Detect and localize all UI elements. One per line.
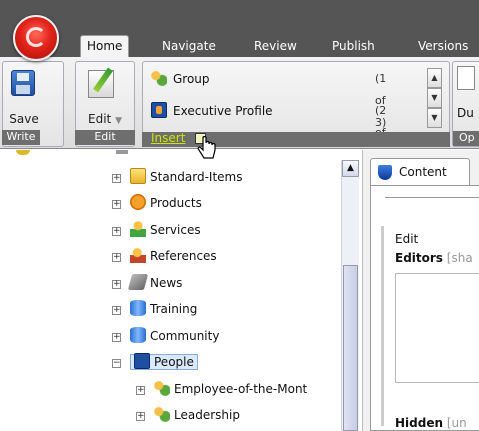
- ribbon-group-insert: Group (1 of 3) Executive Profile (2 of 3…: [142, 61, 450, 161]
- save-icon: [11, 70, 35, 96]
- group-label-insert-bar: [142, 132, 450, 147]
- tree-vertical-scrollbar[interactable]: ▲: [341, 160, 359, 431]
- hidden-hint: [un: [446, 416, 467, 430]
- expand-icon[interactable]: +: [112, 227, 121, 236]
- expand-icon[interactable]: +: [136, 412, 145, 421]
- tree-item-label: Employee-of-the-Mont: [174, 382, 308, 396]
- tree-item-employee-of-the-month[interactable]: + Employee-of-the-Mont: [136, 378, 307, 400]
- chevron-down-icon: ▼: [115, 116, 122, 126]
- scrollbar-thumb[interactable]: [343, 265, 358, 431]
- tree-item-people[interactable]: − People: [112, 351, 198, 373]
- group-label-write: Write: [2, 130, 40, 145]
- edit-icon: [88, 70, 114, 98]
- tab-home[interactable]: Home: [80, 35, 130, 58]
- tab-versions[interactable]: Versions: [412, 36, 474, 57]
- tree-partial-icon: [116, 150, 128, 154]
- tree-item-references[interactable]: + References: [112, 245, 217, 267]
- tree-root-partial-icon: [16, 150, 30, 155]
- expand-icon[interactable]: +: [112, 253, 121, 262]
- product-icon: [130, 194, 146, 210]
- tree-item-standard-items[interactable]: + Standard-Items: [112, 166, 243, 188]
- tree-item-selection: People: [130, 353, 198, 370]
- tree-item-label: Training: [150, 302, 198, 316]
- group-icon: [151, 70, 167, 86]
- hidden-label-text: Hidden: [395, 416, 444, 430]
- content-tree-panel: + Standard-Items + Products + Services + Ref…: [0, 150, 362, 431]
- ribbon-tabs: Home Navigate Review Publish Versions: [0, 34, 479, 58]
- tree-item-leadership[interactable]: + Leadership: [136, 404, 240, 426]
- save-label: Save: [9, 112, 39, 126]
- expand-icon[interactable]: +: [112, 174, 121, 183]
- ribbon: Save Write Edit ▼ Edit Group (1 of 3) Ex…: [0, 57, 479, 161]
- duplicate-button[interactable]: Du: [457, 106, 474, 120]
- service-icon: [130, 221, 146, 237]
- editors-label-text: Editors: [395, 251, 443, 265]
- tab-content[interactable]: Content: [370, 158, 470, 186]
- content-editor-panel: Content Edit Editors [sha Hidden [un: [362, 150, 479, 431]
- tree-item-training[interactable]: + Training: [112, 298, 197, 320]
- tree-item-label: Leadership: [174, 408, 240, 422]
- content-shield-icon: [378, 165, 392, 180]
- expand-icon[interactable]: +: [112, 280, 121, 289]
- application-menu-button[interactable]: [13, 15, 59, 61]
- tree-item-label: References: [150, 249, 217, 263]
- tree-item-community[interactable]: + Community: [112, 325, 219, 347]
- gallery-expand[interactable]: ▼: [427, 108, 442, 128]
- tree-item-services[interactable]: + Services: [112, 219, 201, 241]
- expand-icon[interactable]: +: [136, 386, 145, 395]
- gallery-scroll-up[interactable]: ▲: [427, 68, 442, 88]
- insert-option-label: Group: [173, 72, 210, 86]
- training-icon: [130, 300, 146, 316]
- group-icon: [154, 406, 170, 422]
- expand-icon[interactable]: +: [112, 200, 121, 209]
- edit-button[interactable]: Edit ▼: [80, 66, 130, 128]
- tree-item-products[interactable]: + Products: [112, 192, 202, 214]
- insert-group-label[interactable]: Insert: [151, 131, 185, 145]
- insert-option-executive-profile[interactable]: Executive Profile (2 of 3): [151, 100, 386, 161]
- group-label-edit: Edit: [75, 130, 135, 145]
- tree-item-news[interactable]: + News: [112, 272, 182, 294]
- community-icon: [130, 327, 146, 343]
- edit-label: Edit ▼: [80, 112, 130, 126]
- section-indicator-bar: [381, 226, 384, 426]
- tree-item-label: Services: [150, 223, 201, 237]
- expand-icon[interactable]: +: [112, 333, 121, 342]
- gallery-scroll-down[interactable]: ▼: [427, 88, 442, 108]
- collapse-icon[interactable]: −: [112, 359, 121, 368]
- group-label-operations: Op: [453, 131, 479, 146]
- insert-option-label: Executive Profile: [173, 104, 273, 118]
- tree-item-label: Standard-Items: [150, 170, 243, 184]
- group-icon: [154, 380, 170, 396]
- hidden-field-label: Hidden [un: [395, 416, 467, 430]
- hand-cursor-icon: [197, 136, 216, 159]
- tab-publish[interactable]: Publish: [326, 36, 381, 57]
- tree-item-label: News: [150, 276, 183, 290]
- reference-icon: [130, 247, 146, 263]
- profile-icon: [151, 102, 167, 118]
- tab-review[interactable]: Review: [248, 36, 303, 57]
- tree-item-label: People: [154, 355, 194, 369]
- scroll-up-icon[interactable]: ▲: [342, 160, 359, 177]
- folder-icon: [130, 168, 146, 184]
- tree-item-label: Products: [150, 196, 202, 210]
- editors-input[interactable]: [395, 273, 479, 383]
- tree-item-label: Community: [150, 329, 220, 343]
- app-logo-icon: [26, 27, 46, 47]
- edit-label-text: Edit: [88, 112, 112, 126]
- content-tab-label: Content: [399, 165, 447, 179]
- save-button[interactable]: Save: [5, 66, 43, 128]
- field-edge: [385, 188, 479, 198]
- expand-icon[interactable]: +: [112, 306, 121, 315]
- news-icon: [127, 274, 149, 290]
- editors-hint: [sha: [446, 251, 473, 265]
- insert-option-group[interactable]: Group (1 of 3): [151, 68, 386, 129]
- duplicate-icon: [457, 66, 475, 90]
- ribbon-group-operations: Du Op: [452, 61, 479, 147]
- people-icon: [134, 353, 150, 369]
- editors-field-label: Editors [sha: [395, 251, 473, 265]
- section-label: Edit: [395, 232, 419, 246]
- tab-navigate[interactable]: Navigate: [156, 36, 222, 57]
